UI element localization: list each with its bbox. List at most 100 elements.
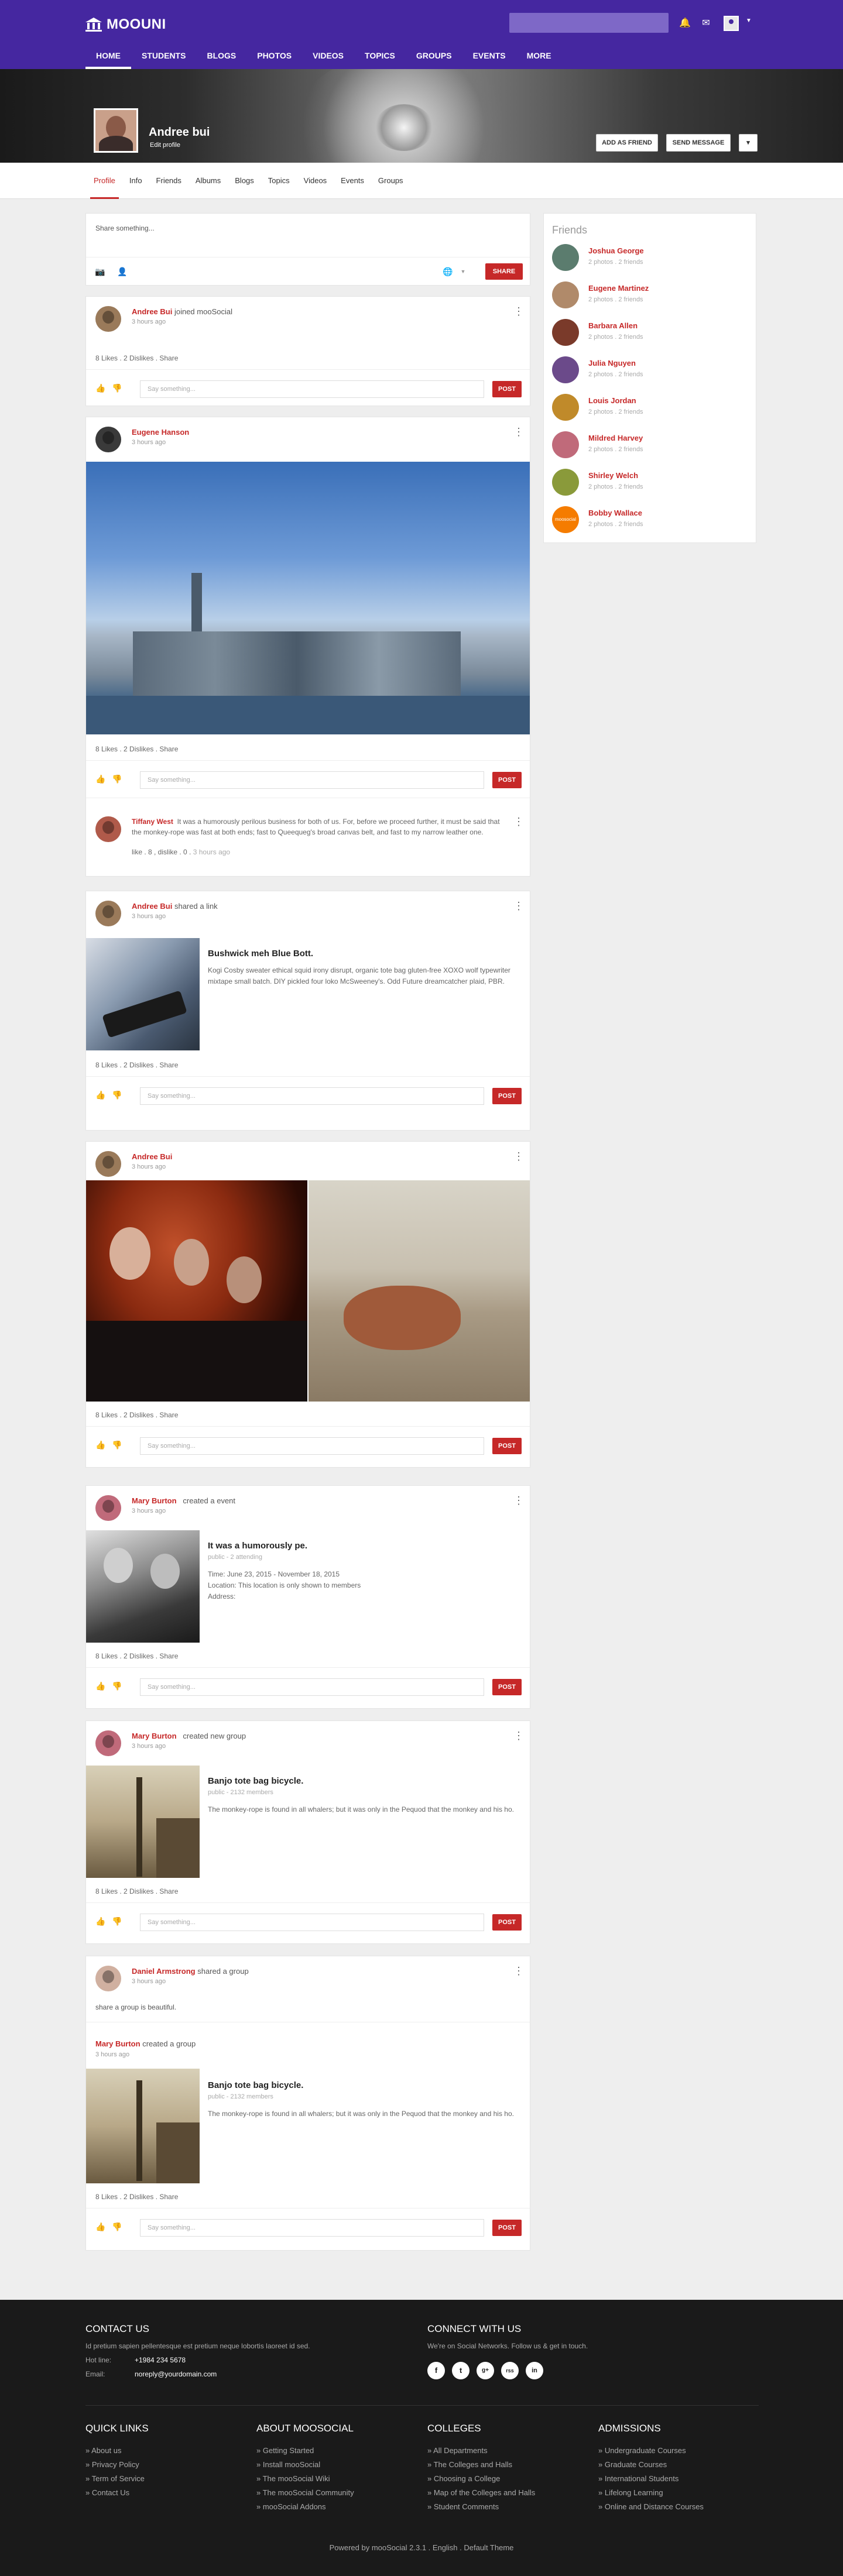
avatar[interactable] (95, 306, 121, 332)
chevron-down-icon[interactable]: ▼ (746, 18, 752, 24)
comment-input[interactable]: Say something... (140, 380, 484, 398)
link-thumbnail[interactable] (86, 938, 200, 1050)
comment-input[interactable]: Say something... (140, 1678, 484, 1696)
privacy-dropdown-icon[interactable]: ▼ (457, 266, 469, 277)
nav-events[interactable]: EVENTS (462, 43, 516, 69)
search-input[interactable] (509, 13, 669, 33)
nav-videos[interactable]: VIDEOS (302, 43, 354, 69)
friend-item[interactable]: Joshua George 2 photos . 2 friends (552, 244, 745, 277)
tab-videos[interactable]: Videos (297, 163, 334, 199)
like-icon[interactable]: 👍 (95, 383, 106, 393)
feed-photo-band[interactable] (86, 1180, 307, 1402)
comment-author[interactable]: Tiffany West (132, 818, 173, 826)
actor-link[interactable]: Eugene Hanson (132, 428, 189, 437)
linkedin-icon[interactable]: in (526, 2362, 543, 2379)
more-options-icon[interactable]: ⋮ (513, 901, 524, 911)
dislike-icon[interactable]: 👎 (112, 1916, 122, 1926)
friend-item[interactable]: Eugene Martinez 2 photos . 2 friends (552, 281, 745, 314)
feed-photo-highland-cow[interactable] (309, 1180, 530, 1402)
footer-link[interactable]: » International Students (598, 2474, 678, 2483)
actor-link[interactable]: Andree Bui (132, 307, 172, 316)
nav-photos[interactable]: PHOTOS (246, 43, 302, 69)
email-value[interactable]: noreply@yourdomain.com (135, 2370, 217, 2378)
footer-link[interactable]: » Term of Service (85, 2474, 145, 2483)
more-options-icon[interactable]: ⋮ (513, 1730, 524, 1741)
edit-profile-link[interactable]: Edit profile (150, 142, 180, 149)
comment-input[interactable]: Say something... (140, 1437, 484, 1455)
link-title[interactable]: Bushwick meh Blue Bott. (208, 949, 313, 959)
share-button[interactable]: SHARE (485, 263, 523, 280)
like-icon[interactable]: 👍 (95, 774, 106, 784)
footer-link[interactable]: » About us (85, 2446, 121, 2455)
avatar[interactable] (95, 1730, 121, 1756)
avatar[interactable] (95, 1966, 121, 1991)
friend-item[interactable]: moosocial Bobby Wallace 2 photos . 2 frien… (552, 506, 745, 539)
comment-input[interactable]: Say something... (140, 771, 484, 789)
actor-link[interactable]: Andree Bui (132, 902, 172, 911)
feed-stats[interactable]: 8 Likes . 2 Dislikes . Share (95, 2193, 178, 2201)
footer-link[interactable]: » Getting Started (256, 2446, 314, 2455)
footer-link[interactable]: » Lifelong Learning (598, 2488, 663, 2497)
footer-link[interactable]: » Undergraduate Courses (598, 2446, 686, 2455)
avatar[interactable] (95, 901, 121, 926)
friend-item[interactable]: Mildred Harvey 2 photos . 2 friends (552, 431, 745, 464)
globe-icon[interactable]: 🌐 (442, 266, 454, 277)
feed-photo-city-skyline[interactable] (86, 462, 530, 734)
avatar[interactable] (552, 431, 579, 458)
more-options-icon[interactable]: ⋮ (513, 816, 524, 827)
friend-item[interactable]: Shirley Welch 2 photos . 2 friends (552, 469, 745, 502)
send-message-button[interactable]: SEND MESSAGE (666, 134, 731, 152)
avatar[interactable] (95, 816, 121, 842)
dislike-icon[interactable]: 👎 (112, 1440, 122, 1450)
avatar[interactable] (95, 1495, 121, 1521)
group-thumbnail[interactable] (86, 1766, 200, 1878)
event-title[interactable]: It was a humorously pe. (208, 1541, 307, 1551)
footer-link[interactable]: » Student Comments (427, 2502, 499, 2511)
post-button[interactable]: POST (492, 1438, 522, 1454)
feed-stats[interactable]: 8 Likes . 2 Dislikes . Share (95, 1652, 178, 1660)
footer-link[interactable]: » Graduate Courses (598, 2460, 667, 2469)
more-options-icon[interactable]: ⋮ (513, 306, 524, 317)
footer-link[interactable]: » The mooSocial Wiki (256, 2474, 330, 2483)
more-options-icon[interactable]: ⋮ (513, 1966, 524, 1976)
post-button[interactable]: POST (492, 772, 522, 788)
dislike-icon[interactable]: 👎 (112, 2221, 122, 2232)
tab-groups[interactable]: Groups (371, 163, 410, 199)
nav-groups[interactable]: GROUPS (406, 43, 462, 69)
comment-input[interactable]: Say something... (140, 1087, 484, 1105)
actor-link[interactable]: Mary Burton (132, 1496, 177, 1505)
like-icon[interactable]: 👍 (95, 1916, 106, 1926)
footer-link[interactable]: » The Colleges and Halls (427, 2460, 512, 2469)
tab-events[interactable]: Events (334, 163, 371, 199)
actor-link[interactable]: Daniel Armstrong (132, 1967, 196, 1976)
avatar[interactable] (95, 427, 121, 452)
footer-link[interactable]: » Privacy Policy (85, 2460, 139, 2469)
group-thumbnail[interactable] (86, 2069, 200, 2183)
event-thumbnail[interactable] (86, 1530, 200, 1643)
profile-avatar[interactable] (94, 108, 138, 153)
more-options-icon[interactable]: ⋮ (513, 1151, 524, 1162)
tab-topics[interactable]: Topics (261, 163, 297, 199)
add-friend-button[interactable]: ADD AS FRIEND (596, 134, 658, 152)
avatar[interactable]: moosocial (552, 506, 579, 533)
like-icon[interactable]: 👍 (95, 2221, 106, 2232)
footer-link[interactable]: » mooSocial Addons (256, 2502, 326, 2511)
tab-friends[interactable]: Friends (149, 163, 189, 199)
like-icon[interactable]: 👍 (95, 1090, 106, 1100)
site-logo[interactable]: MOOUNI (85, 16, 166, 33)
post-button[interactable]: POST (492, 2220, 522, 2236)
nav-topics[interactable]: TOPICS (354, 43, 406, 69)
group-title[interactable]: Banjo tote bag bicycle. (208, 1776, 303, 1786)
friend-item[interactable]: Barbara Allen 2 photos . 2 friends (552, 319, 745, 352)
post-button[interactable]: POST (492, 381, 522, 397)
more-options-icon[interactable]: ⋮ (513, 1495, 524, 1506)
post-button[interactable]: POST (492, 1088, 522, 1104)
nav-students[interactable]: STUDENTS (131, 43, 196, 69)
footer-link[interactable]: » Contact Us (85, 2488, 129, 2497)
rss-icon[interactable]: rss (501, 2362, 519, 2379)
group-title[interactable]: Banjo tote bag bicycle. (208, 2080, 303, 2090)
avatar[interactable] (552, 319, 579, 346)
composer-input[interactable]: Share something... (95, 224, 155, 232)
feed-stats[interactable]: 8 Likes . 2 Dislikes . Share (95, 354, 178, 362)
dislike-icon[interactable]: 👎 (112, 1681, 122, 1691)
